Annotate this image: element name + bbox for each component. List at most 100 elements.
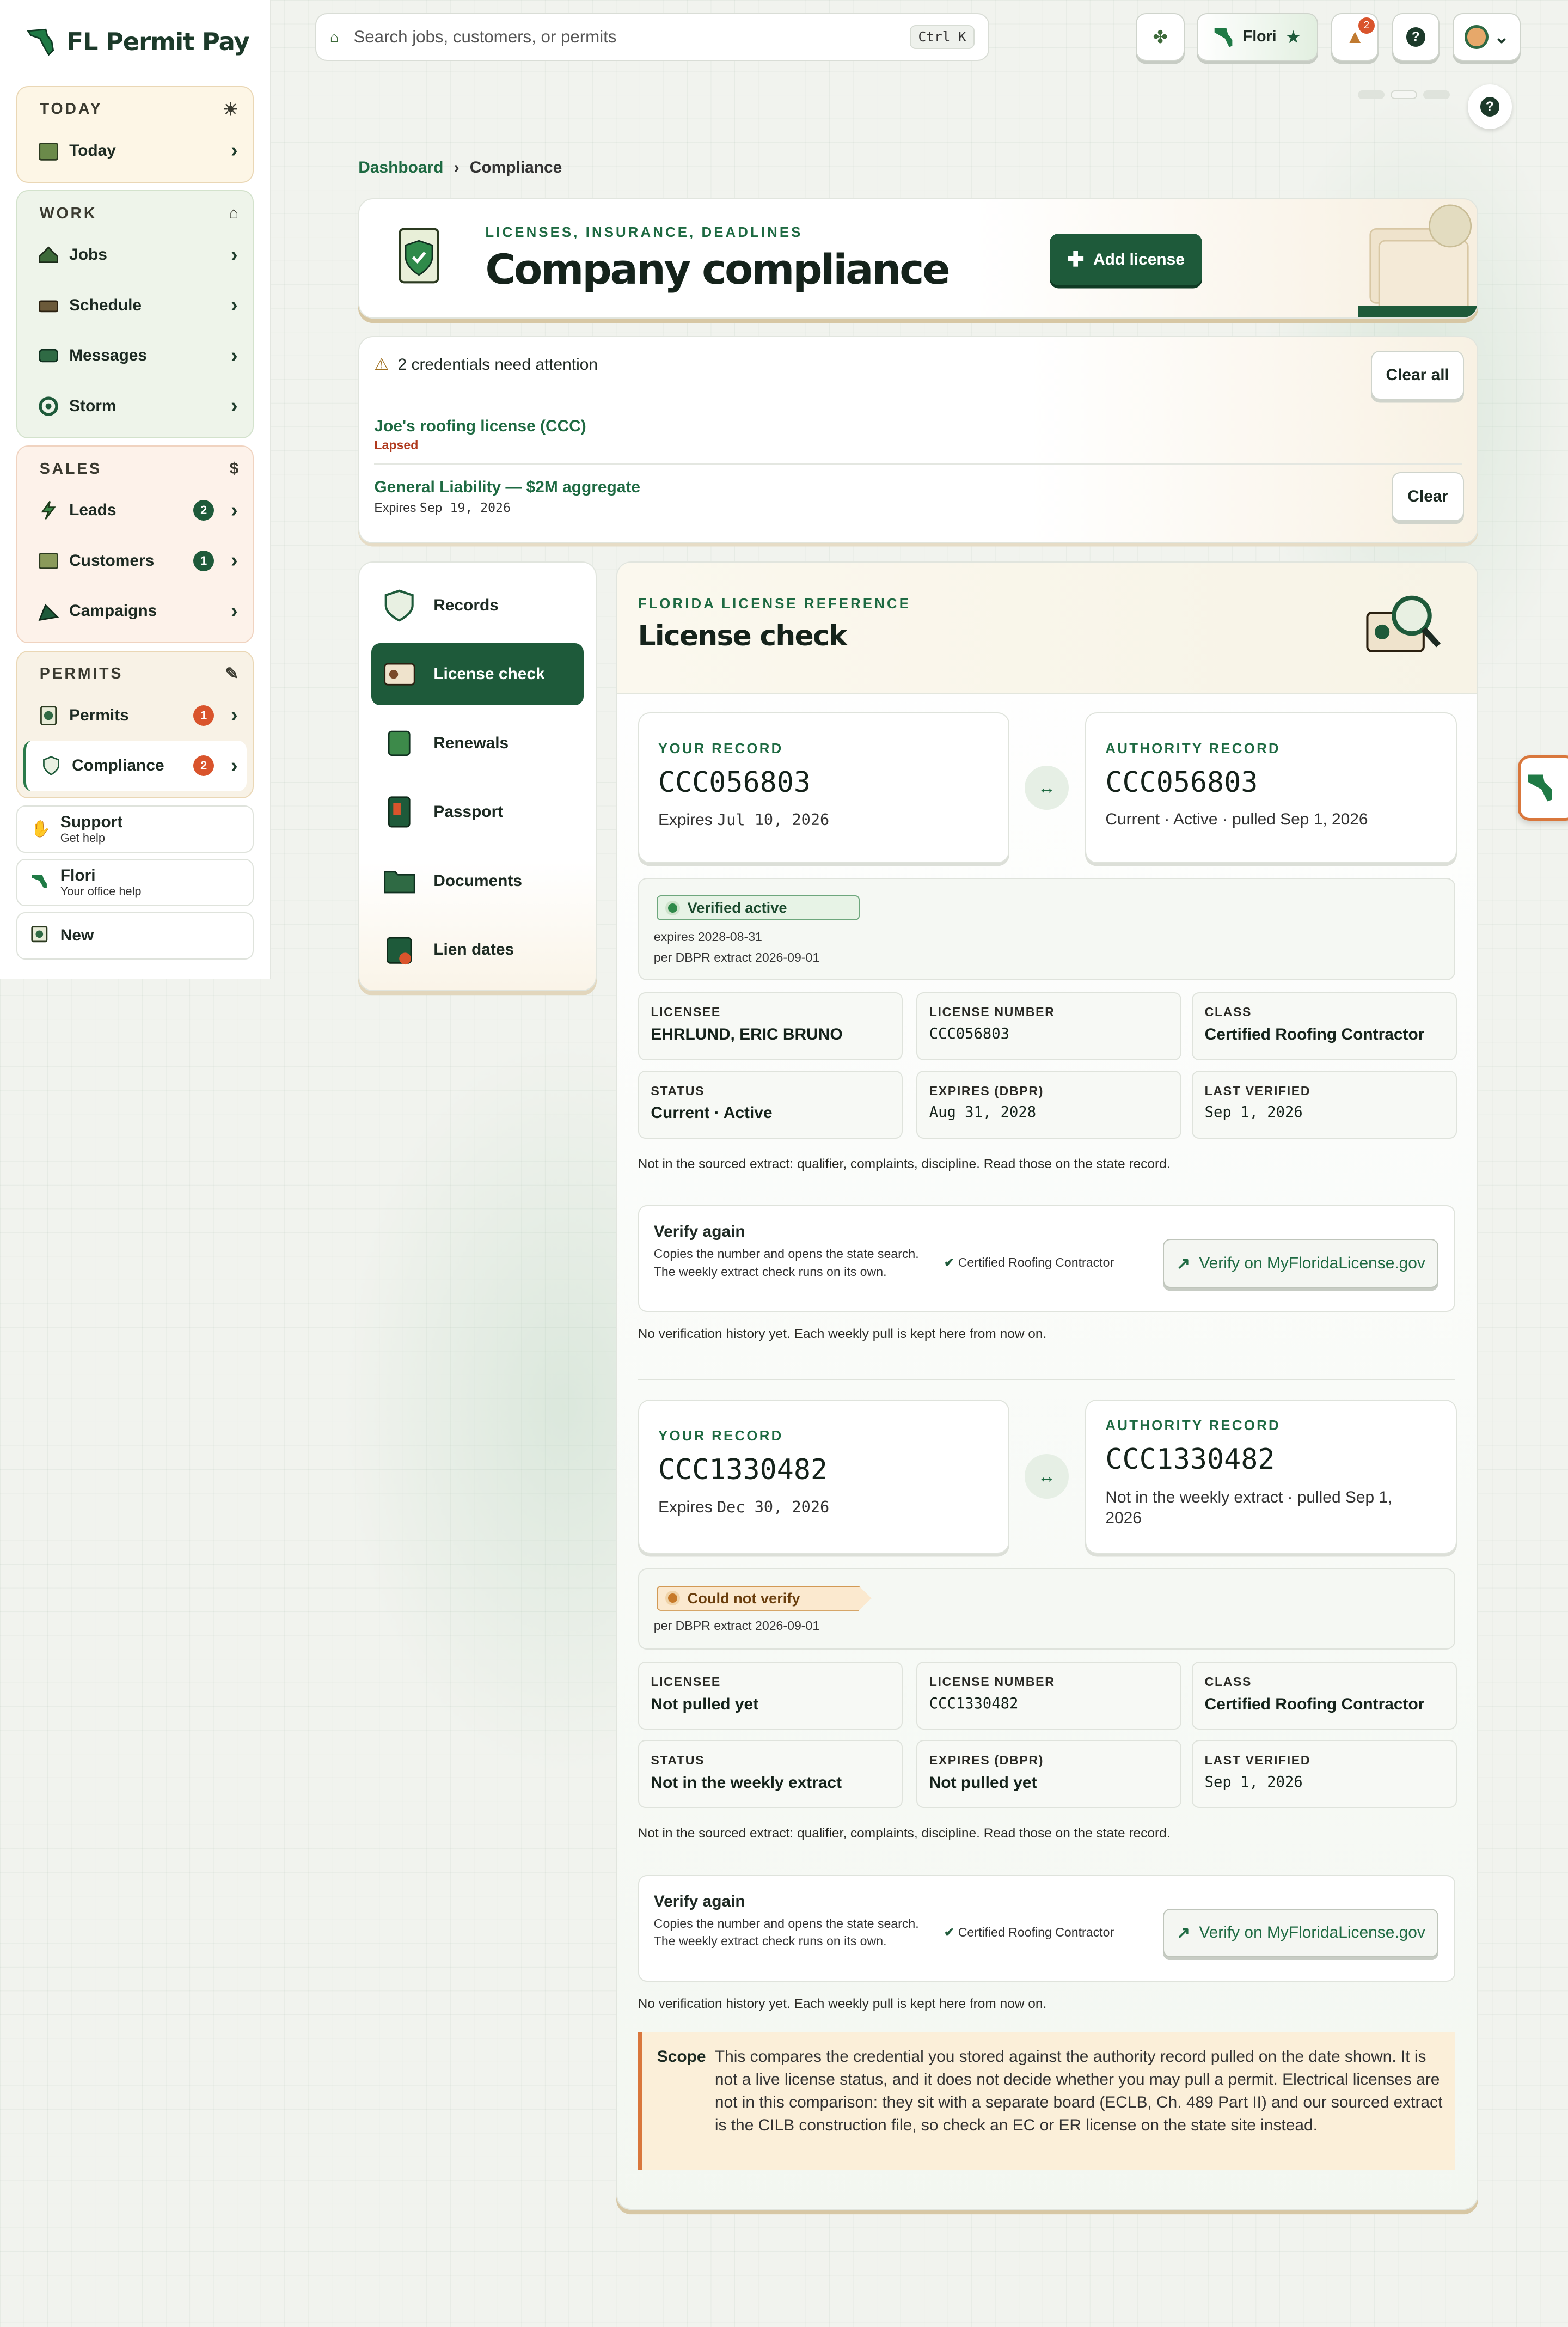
lapsed-status: Lapsed (374, 438, 419, 453)
add-license-label: Add license (1093, 250, 1185, 268)
tab-renewals[interactable]: Renewals (371, 712, 584, 774)
field-label: STATUS (651, 1083, 705, 1098)
license-field: LICENSEE Not pulled yet (638, 1662, 903, 1730)
field-label: CLASS (1204, 1674, 1252, 1689)
verify-external-button[interactable]: ↗ Verify on MyFloridaLicense.gov (1163, 1908, 1439, 1958)
breadcrumb-dashboard[interactable]: Dashboard (358, 158, 443, 176)
support-title: Support (60, 813, 123, 832)
scope-notice: Scope This compares the credential you s… (638, 2032, 1456, 2170)
keyboard-shortcut: Ctrl K (909, 25, 975, 49)
group-title: PERMITS (39, 665, 124, 683)
tab-records[interactable]: Records (371, 575, 584, 637)
sidebar-item-jobs[interactable]: Jobs › (23, 230, 247, 280)
chevron-right-icon: › (230, 394, 238, 418)
field-label: LAST VERIFIED (1204, 1083, 1311, 1098)
extract-note: Not in the sourced extract: qualifier, c… (638, 1156, 1171, 1171)
card-label: YOUR RECORD (658, 1428, 783, 1444)
result-expires: expires 2028-08-31 (653, 929, 762, 944)
flori-title: Flori (60, 866, 96, 884)
tab-passport[interactable]: Passport (371, 781, 584, 843)
app-logo[interactable]: FL Permit Pay (16, 0, 254, 83)
nav-group-permits: PERMITS ✎ Permits 1 › Compliance 2 › (16, 651, 254, 798)
alert-title-link[interactable]: General Liability — $2M aggregate (374, 478, 640, 497)
extract-note: Not in the sourced extract: qualifier, c… (638, 1826, 1171, 1841)
support-icon: ✋ (30, 820, 51, 839)
notifications-button[interactable]: ▲ 2 (1331, 13, 1379, 61)
attention-summary: 2 credentials need attention (397, 355, 598, 374)
assistant-button[interactable]: Flori ★ (1196, 13, 1318, 61)
sun-icon: ☀ (223, 99, 241, 119)
florida-icon (1528, 774, 1552, 802)
sidebar-item-storm[interactable]: Storm › (23, 381, 247, 431)
alert-title-link[interactable]: Joe's roofing license (CCC) (374, 417, 586, 436)
account-menu[interactable]: ⌄ (1453, 13, 1521, 61)
permit-icon (36, 704, 60, 728)
group-title: TODAY (39, 100, 103, 118)
field-label: LICENSEE (651, 1005, 721, 1019)
verify-again-card: Verify again Copies the number and opens… (638, 1205, 1456, 1312)
notification-badge: 2 (1358, 17, 1375, 34)
search-input[interactable]: ⌂ Search jobs, customers, or permits Ctr… (315, 13, 989, 61)
license-field: LICENSE NUMBER CCC1330482 (916, 1662, 1181, 1730)
new-button[interactable]: New (16, 912, 254, 960)
expires-prefix: Expires (658, 1498, 713, 1517)
chevron-right-icon: › (230, 754, 238, 777)
field-label: STATUS (651, 1753, 705, 1768)
nav-group-work: WORK ⌂ Jobs › Schedule › Messages › Storm › (16, 190, 254, 438)
scope-label: Scope (657, 2047, 706, 2066)
status-badge-label: Could not verify (687, 1589, 800, 1607)
support-link[interactable]: ✋ Support Get help (16, 805, 254, 853)
clear-button[interactable]: Clear (1392, 472, 1465, 521)
chevron-right-icon: › (230, 498, 238, 522)
app-name: FL Permit Pay (66, 27, 249, 56)
add-license-button[interactable]: ✚ Add license (1049, 234, 1202, 286)
sidebar-item-label: Jobs (69, 246, 107, 264)
sidebar-item-today[interactable]: Today › (23, 125, 247, 175)
help-icon: ? (1406, 27, 1425, 47)
flori-subtitle: Your office help (60, 884, 142, 898)
panel-title: License check (638, 620, 848, 653)
tab-lien-dates[interactable]: Lien dates (371, 919, 584, 981)
sidebar-item-label: Permits (69, 706, 129, 724)
sidebar-item-campaigns[interactable]: Campaigns › (23, 586, 247, 636)
sidebar-item-messages[interactable]: Messages › (23, 331, 247, 381)
tab-license-check[interactable]: License check (371, 643, 584, 706)
sidebar-item-compliance[interactable]: Compliance 2 › (23, 741, 247, 791)
help-button[interactable]: ? (1392, 13, 1440, 61)
help-icon: ? (1480, 97, 1499, 117)
flori-link[interactable]: Flori Your office help (16, 859, 254, 907)
field-value: Certified Roofing Contractor (1204, 1025, 1425, 1044)
page-header: LICENSES, INSURANCE, DEADLINES Company c… (358, 198, 1478, 319)
sidebar-item-label: Customers (69, 551, 155, 570)
license-field: CLASS Certified Roofing Contractor (1191, 1662, 1457, 1730)
field-value: Sep 1, 2026 (1204, 1104, 1303, 1121)
clear-all-button[interactable]: Clear all (1370, 350, 1465, 400)
money-bag-icon: $ (229, 460, 241, 478)
verify-external-button[interactable]: ↗ Verify on MyFloridaLicense.gov (1163, 1239, 1439, 1288)
license-field: LAST VERIFIED Sep 1, 2026 (1191, 1070, 1457, 1139)
scope-text: This compares the credential you stored … (714, 2047, 1443, 2135)
sidebar-item-customers[interactable]: Customers 1 › (23, 536, 247, 586)
chevron-down-icon: ⌄ (1494, 26, 1509, 47)
sidebar-item-permits[interactable]: Permits 1 › (23, 691, 247, 741)
quick-actions-button[interactable]: ✤ (1136, 13, 1185, 61)
field-value: CCC056803 (929, 1025, 1010, 1043)
status-badge: Verified active (657, 895, 860, 921)
floating-assistant-tab[interactable] (1518, 755, 1568, 821)
field-value: Not pulled yet (929, 1773, 1037, 1792)
compliance-tabs: Records License check Renewals Passport … (358, 561, 597, 991)
sidebar-item-leads[interactable]: Leads 2 › (23, 485, 247, 535)
verified-class-label: Certified Roofing Contractor (958, 1925, 1114, 1939)
plus-icon: ✚ (1067, 248, 1085, 272)
license-field: LAST VERIFIED Sep 1, 2026 (1191, 1740, 1457, 1809)
tab-documents[interactable]: Documents (371, 850, 584, 912)
license-field: EXPIRES (DBPR) Not pulled yet (916, 1740, 1181, 1809)
verify-button-label: Verify on MyFloridaLicense.gov (1199, 1923, 1425, 1942)
external-link-icon: ↗ (1176, 1923, 1191, 1942)
sidebar-item-schedule[interactable]: Schedule › (23, 280, 247, 331)
lightning-icon (36, 499, 60, 523)
attention-panel: ⚠ 2 credentials need attention Clear all… (358, 336, 1478, 544)
sidebar-item-label: Today (69, 141, 116, 160)
certificate-stack-icon (1358, 204, 1477, 317)
floating-help-button[interactable]: ? (1467, 84, 1512, 129)
